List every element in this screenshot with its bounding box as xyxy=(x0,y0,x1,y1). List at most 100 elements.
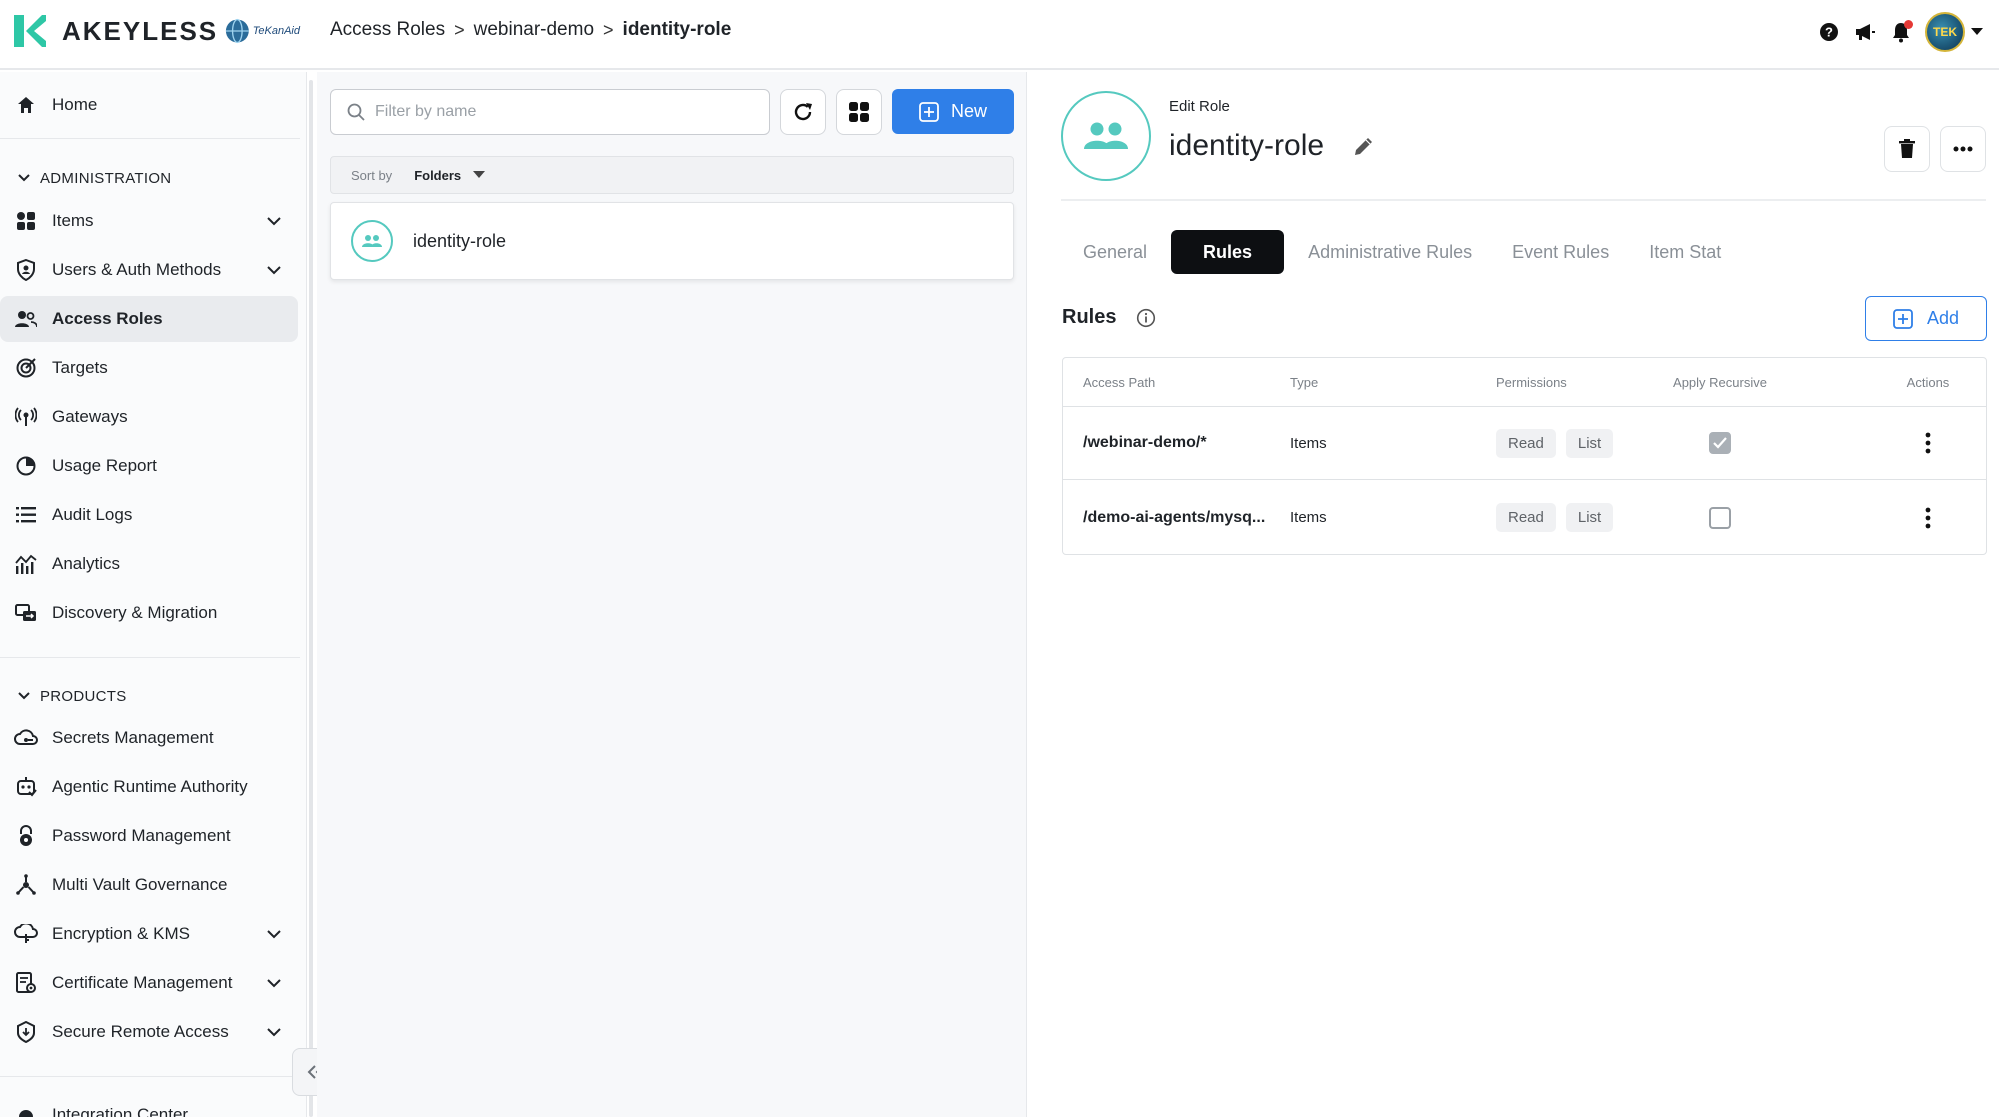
permission-chip[interactable]: List xyxy=(1565,503,1614,532)
sidebar-item-gateways[interactable]: Gateways xyxy=(0,394,298,440)
sidebar-item-home[interactable]: Home xyxy=(0,82,298,128)
tab-event-rules[interactable]: Event Rules xyxy=(1492,230,1629,274)
recursive-checkbox[interactable] xyxy=(1709,506,1731,529)
role-title: identity-role xyxy=(1169,129,1378,163)
chevron-down-icon[interactable] xyxy=(264,924,284,944)
sort-label: Sort by xyxy=(351,167,393,183)
sidebar-item-password-management[interactable]: Password Management xyxy=(0,813,298,859)
tab-administrative-rules[interactable]: Administrative Rules xyxy=(1288,230,1492,274)
filter-box xyxy=(330,89,770,135)
permission-chip[interactable]: Read xyxy=(1496,428,1556,458)
tab-rules[interactable]: Rules xyxy=(1171,230,1285,274)
sidebar-item-label: Gateways xyxy=(52,407,128,426)
sidebar-item-label: Home xyxy=(52,95,98,114)
sidebar-item-label: Usage Report xyxy=(52,456,157,475)
sort-bar: Sort by Folders xyxy=(330,156,1014,194)
grid-view-button[interactable] xyxy=(836,89,882,135)
breadcrumb-access-roles[interactable]: Access Roles xyxy=(330,19,445,41)
password-icon xyxy=(14,824,38,848)
help-icon[interactable]: ? xyxy=(1817,20,1841,44)
list-item[interactable]: identity-role xyxy=(330,202,1014,280)
permission-chip[interactable]: Read xyxy=(1496,503,1556,532)
caret-down-icon xyxy=(473,171,486,178)
edit-name-button[interactable] xyxy=(1350,132,1378,160)
table-row[interactable]: /webinar-demo/* Items Read List xyxy=(1063,407,1986,480)
svg-text:?: ? xyxy=(1825,25,1833,40)
tab-general[interactable]: General xyxy=(1063,230,1167,274)
table-row[interactable]: /demo-ai-agents/mysq... Items Read List xyxy=(1063,481,1986,554)
sort-select[interactable]: Folders xyxy=(414,167,486,183)
globe-icon xyxy=(225,18,249,44)
section-administration[interactable]: ADMINISTRATION xyxy=(18,166,171,190)
sort-value: Folders xyxy=(414,167,462,183)
breadcrumb-separator-icon: > xyxy=(454,19,465,40)
vault-icon xyxy=(14,873,38,897)
sidebar-item-encryption-kms[interactable]: Encryption & KMS xyxy=(0,911,298,957)
sidebar-item-audit-logs[interactable]: Audit Logs xyxy=(0,492,298,538)
rule-actions xyxy=(1893,407,1963,479)
sidebar-item-certificate-management[interactable]: Certificate Management xyxy=(0,960,298,1006)
col-access-path[interactable]: Access Path xyxy=(1083,358,1155,406)
top-icons: ? TEK xyxy=(1817,12,1983,52)
plus-square-icon xyxy=(919,101,939,122)
sidebar-item-access-roles[interactable]: Access Roles xyxy=(0,296,298,342)
top-bar: AKEYLESS TeKanAid Access Roles > webinar… xyxy=(0,0,1999,70)
user-menu[interactable]: TEK xyxy=(1925,12,1983,52)
users-icon xyxy=(1084,122,1128,149)
caret-down-icon[interactable] xyxy=(1971,28,1983,36)
users-icon xyxy=(14,307,38,331)
sidebar-item-analytics[interactable]: Analytics xyxy=(0,541,298,587)
col-actions: Actions xyxy=(1906,374,1950,390)
recursive-checkbox[interactable] xyxy=(1709,432,1731,454)
col-apply-recursive[interactable]: Apply Recursive xyxy=(1630,358,1810,406)
akeyless-logo[interactable]: AKEYLESS xyxy=(14,15,218,47)
chevron-down-icon[interactable] xyxy=(264,1022,284,1042)
sidebar-item-agentic-runtime[interactable]: Agentic Runtime Authority xyxy=(0,764,298,810)
sidebar-scrollbar[interactable] xyxy=(309,80,313,1117)
tab-item-stat[interactable]: Item Stat xyxy=(1629,230,1741,274)
sidebar-item-secrets-management[interactable]: Secrets Management xyxy=(0,715,298,761)
chevron-down-icon[interactable] xyxy=(264,211,284,231)
col-type[interactable]: Type xyxy=(1290,358,1318,406)
migration-icon xyxy=(14,601,38,625)
rule-path: /webinar-demo/* xyxy=(1083,434,1207,451)
section-label: ADMINISTRATION xyxy=(40,169,172,187)
list-icon xyxy=(14,503,38,527)
pencil-icon xyxy=(1355,138,1373,155)
add-rule-button[interactable]: Add xyxy=(1865,296,1987,341)
brand-name: AKEYLESS xyxy=(62,15,219,46)
row-menu-button[interactable] xyxy=(1916,506,1940,530)
row-menu-button[interactable] xyxy=(1916,431,1940,455)
sidebar-item-users-auth[interactable]: Users & Auth Methods xyxy=(0,247,298,293)
more-horizontal-icon xyxy=(1953,146,1973,152)
avatar[interactable]: TEK xyxy=(1925,12,1965,52)
role-icon xyxy=(351,220,393,262)
sidebar-item-targets[interactable]: Targets xyxy=(0,345,298,391)
sidebar-item-integration-center[interactable]: Integration Center xyxy=(0,1092,298,1117)
sidebar-item-items[interactable]: Items xyxy=(0,198,298,244)
more-options-button[interactable] xyxy=(1940,126,1986,172)
sidebar-item-discovery-migration[interactable]: Discovery & Migration xyxy=(0,590,298,636)
bell-icon[interactable] xyxy=(1889,20,1913,44)
sidebar-item-multi-vault[interactable]: Multi Vault Governance xyxy=(0,862,298,908)
remote-access-icon xyxy=(14,1020,38,1044)
chevron-down-icon[interactable] xyxy=(264,260,284,280)
sidebar-item-secure-remote-access[interactable]: Secure Remote Access xyxy=(0,1009,298,1055)
section-products[interactable]: PRODUCTS xyxy=(18,684,127,708)
filter-input[interactable] xyxy=(375,103,735,121)
rule-path: /demo-ai-agents/mysq... xyxy=(1083,508,1266,526)
breadcrumb-webinar-demo[interactable]: webinar-demo xyxy=(474,19,594,41)
avatar-text: TEK xyxy=(1933,25,1957,39)
certificate-icon xyxy=(14,971,38,995)
permission-chip[interactable]: List xyxy=(1565,428,1614,458)
rules-heading: Rules xyxy=(1062,306,1156,329)
megaphone-icon[interactable] xyxy=(1853,20,1877,44)
new-role-button[interactable]: New xyxy=(892,89,1014,134)
header-divider xyxy=(1061,199,1986,201)
info-icon[interactable] xyxy=(1136,308,1156,328)
sidebar-item-usage-report[interactable]: Usage Report xyxy=(0,443,298,489)
delete-role-button[interactable] xyxy=(1884,126,1930,172)
chevron-down-icon[interactable] xyxy=(264,973,284,993)
col-permissions[interactable]: Permissions xyxy=(1496,358,1567,406)
refresh-button[interactable] xyxy=(780,89,826,135)
